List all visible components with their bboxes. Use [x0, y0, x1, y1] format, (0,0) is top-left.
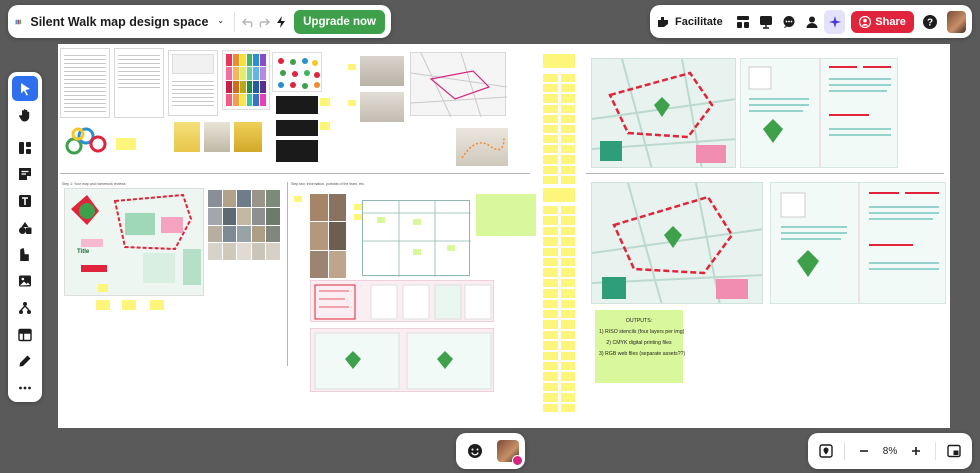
- outputs-item: 2) CMYK digital printing files: [606, 340, 672, 346]
- sticky-note-icon[interactable]: [12, 162, 38, 187]
- facilitate-button[interactable]: Facilitate: [656, 15, 723, 29]
- more-tools-icon[interactable]: [12, 375, 38, 400]
- title-label: Title: [77, 249, 90, 255]
- lightning-icon[interactable]: [274, 9, 288, 35]
- sticky-note[interactable]: [150, 300, 164, 310]
- sticky-note[interactable]: [116, 138, 136, 150]
- comment-icon[interactable]: [779, 10, 800, 34]
- sticky-note[interactable]: [354, 214, 362, 220]
- board-header: Silent Walk map design space Upgrade now: [8, 5, 391, 38]
- facilitate-icon: [658, 16, 668, 27]
- team-portraits[interactable]: [310, 194, 346, 278]
- zoom-in-icon[interactable]: [904, 438, 928, 464]
- emoji-reaction-icon[interactable]: [462, 438, 487, 464]
- legend-column[interactable]: [543, 54, 575, 414]
- facilitate-label: Facilitate: [675, 15, 723, 28]
- help-icon[interactable]: ?: [920, 10, 941, 34]
- sticky-note[interactable]: [320, 98, 330, 106]
- collaborator-avatar[interactable]: [497, 440, 523, 466]
- image-icon[interactable]: [12, 269, 38, 294]
- sticky-note[interactable]: [98, 284, 108, 292]
- sticky-note[interactable]: [294, 196, 302, 202]
- sticky-note[interactable]: [320, 122, 330, 130]
- share-label: Share: [875, 15, 906, 28]
- llama-icon[interactable]: [12, 242, 38, 267]
- shapes-icon[interactable]: [12, 215, 38, 240]
- share-button[interactable]: Share: [851, 10, 914, 33]
- ai-sparkle-icon[interactable]: [824, 9, 846, 34]
- board-title[interactable]: Silent Walk map design space: [30, 15, 208, 29]
- redo-icon[interactable]: [256, 9, 271, 35]
- photo[interactable]: [204, 122, 230, 152]
- color-chart[interactable]: [222, 50, 270, 110]
- svg-text:?: ?: [927, 17, 933, 28]
- zoom-level[interactable]: 8%: [876, 446, 904, 457]
- final-map[interactable]: [591, 58, 736, 168]
- pen-icon[interactable]: [12, 349, 38, 374]
- sticky-note[interactable]: [96, 300, 110, 310]
- hand-tool-icon[interactable]: [12, 103, 38, 128]
- user-avatar[interactable]: [946, 10, 966, 33]
- miro-logo-icon[interactable]: [14, 11, 23, 33]
- sticky-note[interactable]: [348, 64, 356, 70]
- select-tool-icon[interactable]: [12, 76, 38, 102]
- layout-icon[interactable]: [733, 10, 754, 34]
- outputs-sticky[interactable]: OUTPUTS: 1) RISO stencils (four layers p…: [595, 310, 686, 383]
- document-page[interactable]: [168, 50, 218, 116]
- reactions-bar: [456, 433, 525, 469]
- star-badge-icon: [512, 455, 523, 466]
- outputs-item: 1) RISO stencils (four layers per img): [599, 329, 685, 335]
- upgrade-button[interactable]: Upgrade now: [294, 9, 385, 34]
- photo-collage[interactable]: [208, 190, 280, 260]
- mind-map-icon[interactable]: [12, 295, 38, 320]
- sketch-photo[interactable]: [360, 56, 404, 86]
- sketch-photo[interactable]: [360, 92, 404, 122]
- text-tool-icon[interactable]: [12, 189, 38, 214]
- photo[interactable]: [174, 122, 200, 152]
- photo[interactable]: [234, 122, 262, 152]
- chevron-down-icon[interactable]: [218, 15, 223, 29]
- outputs-title: OUTPUTS:: [625, 318, 653, 324]
- undo-icon[interactable]: [242, 9, 256, 35]
- map-pin-icon[interactable]: [814, 438, 838, 464]
- user-icon[interactable]: [801, 10, 822, 34]
- sticky-note[interactable]: [354, 204, 362, 210]
- final-zine[interactable]: [740, 58, 898, 168]
- sticky-note[interactable]: [348, 100, 356, 106]
- table-icon[interactable]: [12, 322, 38, 347]
- zine-draft[interactable]: [310, 280, 494, 322]
- top-right-toolbar: Facilitate Share ?: [650, 5, 972, 38]
- reference-card[interactable]: [276, 120, 318, 136]
- minimap-icon[interactable]: [942, 438, 966, 464]
- zoom-out-icon[interactable]: [851, 438, 875, 464]
- templates-icon[interactable]: [12, 135, 38, 160]
- reference-card[interactable]: [276, 96, 318, 114]
- zoom-controls: 8%: [808, 433, 972, 469]
- zine-draft[interactable]: [310, 328, 494, 392]
- street-map-sketch[interactable]: [410, 52, 508, 118]
- document-page[interactable]: [60, 48, 110, 118]
- board-canvas[interactable]: Step 1: Your map and homework reviews St…: [58, 44, 950, 428]
- document-page[interactable]: [114, 48, 164, 118]
- final-map[interactable]: [591, 182, 763, 304]
- presentation-icon[interactable]: [756, 10, 777, 34]
- icon-sheet[interactable]: [272, 52, 322, 92]
- sticky-note[interactable]: [122, 300, 136, 310]
- outputs-item: 3) RGB web files (separate assets??): [599, 351, 686, 357]
- ring-logos[interactable]: [64, 124, 114, 158]
- left-toolbar: [8, 72, 42, 402]
- walk-route-photo[interactable]: [456, 128, 508, 166]
- final-zine[interactable]: [770, 182, 946, 304]
- draft-map[interactable]: Title: [64, 188, 204, 296]
- reference-card[interactable]: [276, 140, 318, 162]
- planning-table[interactable]: [362, 200, 471, 277]
- share-user-icon: [859, 15, 872, 28]
- sticky-note[interactable]: [476, 194, 536, 236]
